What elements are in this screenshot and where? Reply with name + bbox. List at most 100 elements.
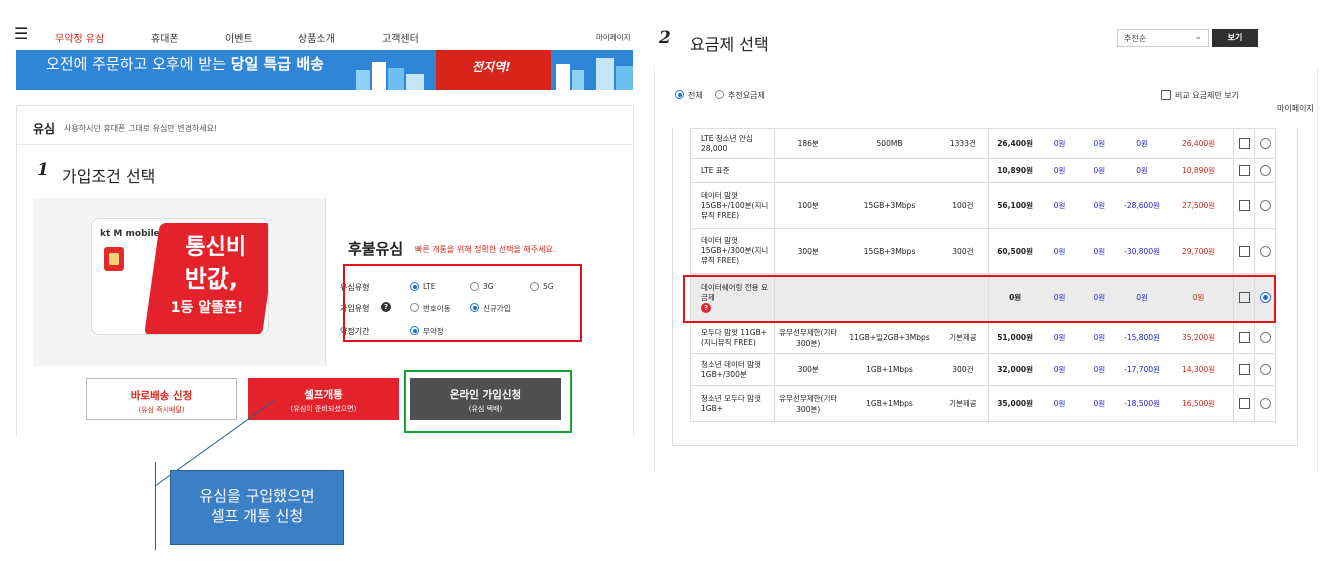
plan-discount-3: -28,600원 — [1120, 182, 1164, 229]
plan-discount-2: 0원 — [1078, 321, 1121, 354]
chevron-down-icon: ⌄ — [1194, 32, 1202, 42]
callout-line2: 셀프 개통 신청 — [210, 507, 304, 525]
plan-final-price: 27,500원 — [1164, 182, 1235, 229]
plan-name-text: LTE 청소년 안심 28,000 — [701, 133, 753, 153]
plan-discount-3: -30,800원 — [1120, 228, 1164, 274]
plan-compare-checkbox[interactable] — [1238, 332, 1250, 343]
plan-row[interactable]: LTE 청소년 안심 28,000 186분 500MB 1333건 26,400원 0원… — [690, 128, 1276, 159]
plan-select-radio[interactable] — [1259, 398, 1271, 409]
plan-discount-2: 0원 — [1078, 182, 1121, 229]
plan-compare-checkbox[interactable] — [1238, 398, 1250, 409]
nav-item-unlimited-sim[interactable]: 무약정 유심 — [55, 30, 104, 45]
filter-all-radio[interactable] — [675, 90, 684, 99]
plan-voice: 300분 — [773, 353, 842, 386]
plan-compare-cell — [1233, 128, 1255, 159]
nav-mypage-link[interactable]: 마이페이지 — [596, 32, 631, 43]
plan-sms-text: 100건 — [952, 201, 974, 210]
plan-final-price: 10,890원 — [1164, 158, 1235, 183]
plan-price: 35,000원 — [988, 385, 1041, 422]
banner-text: 오전에 주문하고 오후에 받는 당일 특급 배송 — [46, 55, 324, 73]
plan-discount-3-text: -30,800원 — [1124, 246, 1160, 256]
plan-sms-text: 1333건 — [949, 139, 976, 148]
plan-compare-cell — [1233, 158, 1255, 183]
plan-name: 청소년 데이터 맘껏 1GB+/300분 — [690, 353, 775, 386]
plan-discount-2: 0원 — [1078, 228, 1121, 274]
plan-price: 26,400원 — [988, 128, 1041, 159]
plan-price: 60,500원 — [988, 228, 1041, 274]
mypage-link-right[interactable]: 마이페이지 — [1277, 103, 1314, 114]
sim-chip-icon — [104, 247, 124, 271]
plan-price-text: 26,400원 — [997, 139, 1034, 148]
sim-card-image: kt M mobile 통신비 반값, 1등 알뜰폰! — [91, 218, 269, 335]
plan-discount-2-text: 0원 — [1093, 139, 1106, 148]
plan-discount-3: -18,500원 — [1120, 385, 1164, 422]
plan-compare-checkbox[interactable] — [1238, 200, 1250, 211]
plan-compare-checkbox[interactable] — [1238, 364, 1250, 375]
plan-voice — [773, 158, 842, 183]
nav-item-products[interactable]: 상품소개 — [298, 30, 335, 45]
plan-row[interactable]: 데이터 맘껏 15GB+/300분(지니뮤직 FREE) 300분 15GB+3Mb… — [690, 228, 1276, 274]
plan-final-price-text: 10,890원 — [1181, 166, 1216, 175]
nav-item-event[interactable]: 이벤트 — [225, 30, 253, 45]
plan-compare-checkbox[interactable] — [1238, 165, 1250, 176]
plan-row[interactable]: 데이터 맘껏 15GB+/100분(지니뮤직 FREE) 100분 15GB+3Mb… — [690, 182, 1276, 229]
plan-discount-2: 0원 — [1078, 353, 1121, 386]
promo-graphic: 통신비 반값, 1등 알뜰폰! — [144, 223, 268, 334]
plan-name-text: 데이터 맘껏 15GB+/300분(지니뮤직 FREE) — [701, 236, 769, 265]
delivery-banner[interactable]: 오전에 주문하고 오후에 받는 당일 특급 배송 전지역! — [16, 50, 633, 90]
nav-item-customer-center[interactable]: 고객센터 — [382, 30, 419, 45]
highlight-box-options — [343, 264, 582, 342]
plan-select-radio[interactable] — [1259, 245, 1271, 257]
plan-data: 15GB+3Mbps — [841, 182, 938, 229]
plan-final-price-text: 14,300원 — [1181, 365, 1216, 374]
plan-discount-1-text: 0원 — [1053, 333, 1066, 342]
brand-logo: kt M mobile — [100, 229, 160, 239]
plan-compare-checkbox[interactable] — [1238, 138, 1250, 149]
filter-recommended-radio[interactable] — [715, 90, 724, 99]
plan-select-radio[interactable] — [1259, 364, 1271, 375]
plan-name: 데이터 맘껏 15GB+/300분(지니뮤직 FREE) — [690, 228, 775, 274]
plan-name: LTE 청소년 안심 28,000 — [690, 128, 775, 159]
plan-row[interactable]: 모두다 맘껏 11GB+(지니뮤직 FREE) 유무선무제한(기타300분) 11G… — [690, 321, 1276, 354]
plan-sms: 기본제공 — [937, 321, 989, 354]
compare-only-checkbox[interactable] — [1161, 90, 1171, 100]
plan-discount-1-text: 0원 — [1053, 201, 1066, 210]
plan-discount-2-text: 0원 — [1093, 399, 1106, 408]
plan-compare-cell — [1233, 353, 1255, 386]
view-button[interactable]: 보기 — [1212, 29, 1258, 47]
plan-data-text: 15GB+3Mbps — [863, 201, 916, 210]
plan-compare-cell — [1233, 385, 1255, 422]
plan-discount-3-text: -28,600원 — [1124, 201, 1160, 210]
nav-item-phone[interactable]: 휴대폰 — [151, 30, 179, 45]
hamburger-menu-icon[interactable]: ☰ — [14, 26, 28, 42]
plan-final-price: 35,200원 — [1164, 321, 1235, 354]
plan-select-radio[interactable] — [1259, 138, 1271, 149]
plan-data: 500MB — [841, 128, 938, 159]
plan-discount-2-text: 0원 — [1093, 333, 1106, 342]
plan-data-text: 11GB+일2GB+3Mbps — [849, 333, 930, 342]
sort-select[interactable]: 추천순 ⌄ — [1117, 29, 1209, 47]
plan-discount-1-text: 0원 — [1053, 399, 1066, 408]
plan-voice-text: 300분 — [797, 365, 819, 374]
plan-name: LTE 표준 — [690, 158, 775, 183]
plan-compare-checkbox[interactable] — [1238, 245, 1250, 257]
plan-name-text: 청소년 모두다 맘껏 1GB+ — [701, 393, 761, 413]
buildings-illustration-right — [556, 58, 633, 90]
postpaid-title: 후불유심 — [348, 240, 404, 258]
plan-row[interactable]: 청소년 데이터 맘껏 1GB+/300분 300분 1GB+1Mbps 300건 32,… — [690, 353, 1276, 386]
plan-select-radio[interactable] — [1259, 332, 1271, 343]
plan-select-cell — [1254, 182, 1276, 229]
plan-final-price-text: 35,200원 — [1181, 333, 1216, 342]
banner-badge: 전지역! — [472, 60, 511, 74]
step2-number: 2 — [659, 28, 671, 48]
plan-select-radio[interactable] — [1259, 165, 1271, 176]
plan-row[interactable]: 청소년 모두다 맘껏 1GB+ 유무선무제한(기타300분) 1GB+1Mbps 기본… — [690, 385, 1276, 422]
plan-row[interactable]: LTE 표준 10,890원 0원 0원 0원 10,890원 — [690, 158, 1276, 183]
plan-sms: 300건 — [937, 353, 989, 386]
plan-price-text: 60,500원 — [997, 246, 1034, 256]
plan-select-radio[interactable] — [1259, 200, 1271, 211]
sort-select-value: 추천순 — [1124, 34, 1147, 43]
plan-discount-3-text: 0원 — [1136, 139, 1148, 148]
plan-discount-2: 0원 — [1078, 128, 1121, 159]
step1-title: 가입조건 선택 — [62, 167, 156, 186]
